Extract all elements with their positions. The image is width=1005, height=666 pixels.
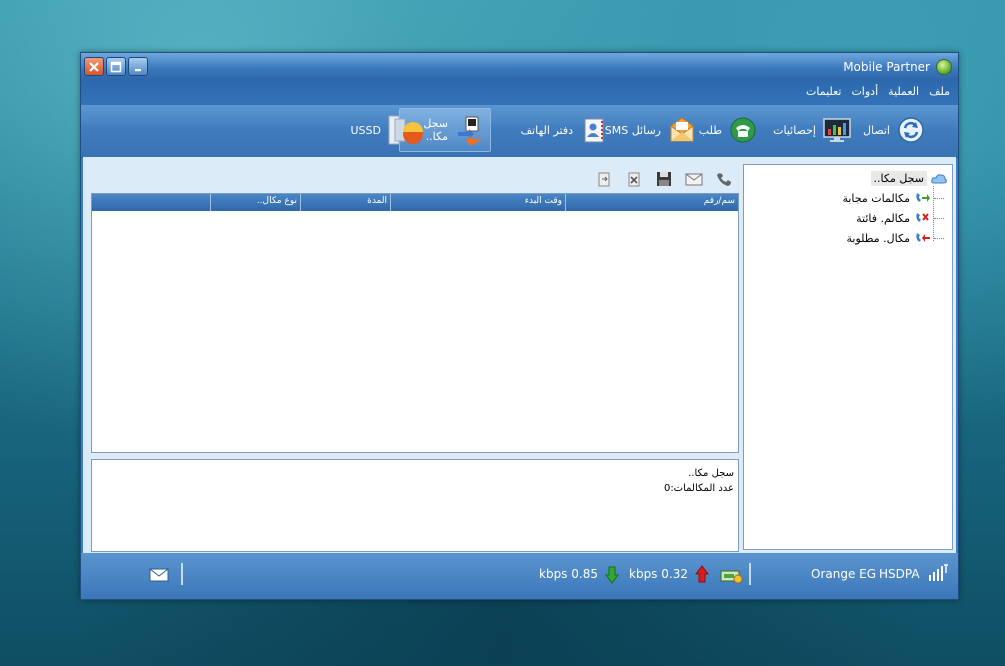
reply-sms-icon — [685, 173, 703, 186]
menu-bar: ملف العملية أدوات تعليمات — [81, 81, 958, 105]
missed-call-icon — [916, 213, 929, 222]
title-bar[interactable]: Mobile Partner — [81, 53, 958, 81]
signal-strength-icon — [927, 563, 949, 587]
window-title: Mobile Partner — [843, 60, 930, 74]
envelope-icon — [149, 568, 169, 582]
maximize-button[interactable] — [106, 57, 126, 76]
tree-item-answered[interactable]: مكالمات مجابة — [842, 191, 944, 205]
summary-title: سجل مكا.. — [688, 468, 734, 479]
close-icon — [89, 61, 99, 72]
app-logo-icon — [936, 59, 952, 75]
save-icon — [657, 172, 671, 186]
menu-tools[interactable]: أدوات — [851, 85, 878, 98]
toolbar-dial-button[interactable]: طلب — [693, 108, 764, 152]
status-separator — [749, 563, 751, 585]
messages-indicator[interactable] — [149, 567, 169, 587]
sms-icon — [667, 115, 697, 145]
column-call-type[interactable]: نوع مكال.. — [210, 194, 300, 211]
tree-item-missed[interactable]: مكالم. فائتة — [856, 211, 944, 225]
network-operator: Orange EG — [811, 567, 877, 581]
toolbar-connect-label: اتصال — [862, 123, 890, 137]
content-area: سجل مكا.. مكالمات مجابة مكالم. فائتة مكا… — [83, 157, 956, 553]
column-duration[interactable]: المدة — [300, 194, 390, 211]
minimize-icon — [135, 68, 141, 71]
call-log-actions — [595, 167, 733, 191]
cloud-icon — [931, 173, 947, 183]
tree-root-call-log[interactable]: سجل مكا.. — [870, 171, 947, 186]
ussd-icon — [387, 115, 427, 145]
menu-file[interactable]: ملف — [929, 85, 950, 98]
menu-help[interactable]: تعليمات — [806, 85, 841, 98]
call-log-summary: سجل مكا.. عدد المكالمات:0 — [91, 459, 739, 552]
column-filler — [92, 194, 210, 211]
toolbar-statistics-button[interactable]: إحصائيات — [767, 108, 858, 152]
answered-call-icon — [916, 193, 930, 202]
phone-handset-icon — [717, 173, 731, 186]
download-rate: kbps 0.85 — [539, 567, 598, 581]
toolbar-statistics-label: إحصائيات — [773, 123, 816, 137]
menu-operation[interactable]: العملية — [888, 85, 919, 98]
reply-sms-button[interactable] — [685, 170, 703, 188]
export-button[interactable] — [595, 170, 613, 188]
save-button[interactable] — [655, 170, 673, 188]
dial-icon — [728, 115, 758, 145]
minimize-button[interactable] — [128, 57, 148, 76]
close-button[interactable] — [84, 57, 104, 76]
network-mode: HSDPA — [879, 567, 920, 581]
toolbar-ussd-label: USSD — [350, 123, 382, 137]
upload-rate: kbps 0.32 — [629, 567, 688, 581]
table-header: سم/رقم وقت البدء المدة نوع مكال.. — [92, 194, 738, 211]
dialed-call-icon — [916, 233, 930, 242]
call-button[interactable] — [715, 170, 733, 188]
toolbar-phonebook-button[interactable]: دفتر الهاتف — [515, 108, 615, 152]
status-bar: kbps 0.85 kbps 0.32 Orange EG HSDPA — [81, 553, 958, 599]
delete-button[interactable] — [625, 170, 643, 188]
modem-status-icon[interactable] — [719, 565, 743, 589]
column-start-time[interactable]: وقت البدء — [390, 194, 565, 211]
app-window: Mobile Partner ملف العملية أدوات تعليمات… — [80, 52, 959, 600]
call-log-tree: سجل مكا.. مكالمات مجابة مكالم. فائتة مكا… — [743, 164, 953, 550]
toolbar-ussd-button[interactable]: USSD — [311, 108, 433, 152]
delete-icon — [628, 172, 640, 187]
main-toolbar: اتصال إحصائيات طلب رسائل SMS دفتر الهاتف — [81, 105, 958, 158]
summary-call-count: عدد المكالمات:0 — [663, 483, 734, 494]
column-name-number[interactable]: سم/رقم — [565, 194, 738, 211]
upload-arrow-icon — [695, 565, 709, 587]
call-log-panel: سم/رقم وقت البدء المدة نوع مكال.. سجل مك… — [91, 163, 739, 552]
toolbar-connect-button[interactable]: اتصال — [857, 108, 932, 152]
export-icon — [598, 172, 610, 187]
connect-icon — [896, 115, 926, 145]
call-log-table: سم/رقم وقت البدء المدة نوع مكال.. — [91, 193, 739, 453]
tree-item-dialed[interactable]: مكال. مطلوبة — [846, 231, 944, 245]
status-separator — [181, 563, 183, 585]
download-arrow-icon — [605, 566, 619, 588]
maximize-icon — [110, 61, 122, 72]
call-log-icon — [454, 115, 484, 145]
toolbar-phonebook-label: دفتر الهاتف — [520, 123, 573, 137]
statistics-icon — [822, 115, 852, 145]
phonebook-icon — [579, 115, 609, 145]
